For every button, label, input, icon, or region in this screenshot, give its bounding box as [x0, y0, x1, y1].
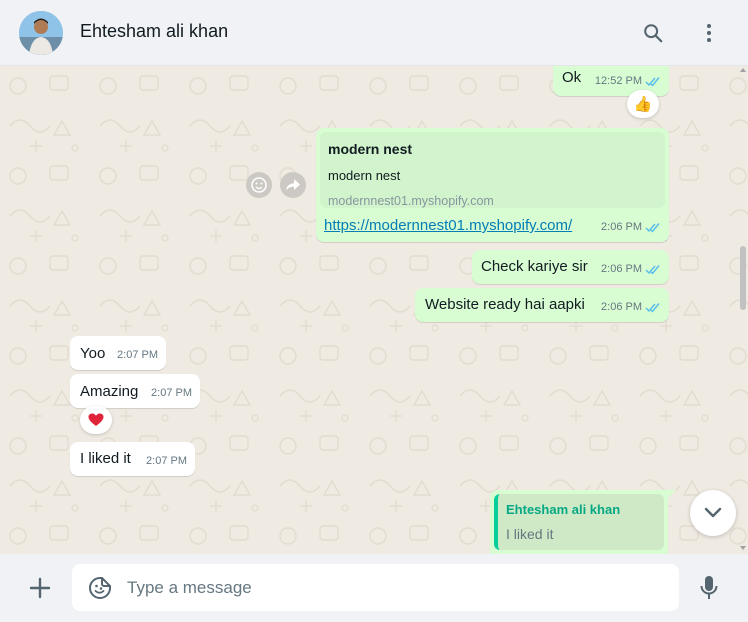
forward-button[interactable]: [280, 172, 306, 198]
message-bubble-incoming[interactable]: Amazing 2:07 PM: [70, 374, 200, 408]
scroll-thumb[interactable]: [740, 246, 746, 310]
reaction-badge[interactable]: [80, 406, 112, 434]
message-bubble-incoming[interactable]: I liked it 2:07 PM: [70, 442, 195, 476]
message-bubble-outgoing-reply[interactable]: Ehtesham ali khan I liked it: [490, 490, 668, 554]
message-input[interactable]: [127, 564, 667, 611]
voice-message-button[interactable]: [697, 574, 721, 602]
smiley-icon: [251, 177, 267, 193]
message-time: 2:06 PM: [601, 221, 642, 233]
contact-name[interactable]: Ehtesham ali khan: [80, 21, 228, 42]
menu-button[interactable]: [693, 17, 725, 49]
plus-icon: [29, 577, 51, 599]
message-time: 2:06 PM: [601, 263, 642, 275]
message-time: 2:07 PM: [146, 455, 187, 467]
thumbs-up-emoji: 👍: [633, 96, 653, 113]
message-time: 2:07 PM: [117, 349, 158, 361]
quoted-message[interactable]: Ehtesham ali khan I liked it: [494, 494, 664, 550]
composer-bar: [0, 554, 748, 622]
heart-emoji: [88, 413, 104, 426]
message-text: Amazing: [80, 383, 139, 400]
scroll-to-bottom-button[interactable]: [690, 490, 736, 536]
message-bubble-outgoing-link[interactable]: modern nest modern nest modernnest01.mys…: [316, 128, 669, 242]
link-preview-domain: modernnest01.myshopify.com: [328, 194, 494, 208]
message-bubble-outgoing[interactable]: Check kariye sir 2:06 PM: [472, 250, 669, 284]
message-meta: 2:07 PM: [146, 452, 187, 471]
forward-icon: [286, 179, 300, 191]
chat-header: Ehtesham ali khan: [0, 0, 748, 66]
quoted-text: I liked it: [506, 526, 554, 542]
search-icon: [644, 24, 663, 43]
message-time: 2:07 PM: [151, 387, 192, 399]
message-text: Website ready hai aapki: [425, 296, 585, 313]
message-bubble-outgoing[interactable]: Website ready hai aapki 2:06 PM: [415, 288, 669, 322]
message-text: Yoo: [80, 345, 106, 362]
message-time: 2:06 PM: [601, 301, 642, 313]
link-preview-card[interactable]: modern nest modern nest modernnest01.mys…: [320, 132, 665, 208]
avatar[interactable]: [19, 11, 63, 55]
message-text: Ok: [562, 69, 582, 86]
message-meta: 2:07 PM: [117, 346, 158, 365]
link-preview-description: modern nest: [328, 168, 401, 183]
sticker-icon[interactable]: [88, 576, 112, 600]
read-ticks-icon: [645, 303, 660, 313]
link-preview-title: modern nest: [328, 141, 413, 157]
message-meta: 2:06 PM: [601, 260, 661, 279]
message-meta: 2:06 PM: [601, 298, 661, 317]
message-link[interactable]: https://modernnest01.myshopify.com/: [324, 216, 572, 235]
scroll-up-arrow-icon[interactable]: [740, 68, 746, 72]
read-ticks-icon: [645, 223, 660, 233]
bubble-tail: [667, 490, 676, 499]
message-meta: 12:52 PM: [595, 72, 661, 91]
message-text: I liked it: [80, 450, 131, 467]
message-list[interactable]: Ok 12:52 PM 👍 modern nest modern nest mo…: [0, 66, 748, 554]
reaction-badge[interactable]: 👍: [627, 90, 659, 118]
message-meta: 2:06 PM: [601, 218, 661, 237]
read-ticks-icon: [645, 77, 660, 87]
chevron-down-icon: [704, 507, 722, 518]
attach-button[interactable]: [26, 574, 54, 602]
microphone-icon: [700, 576, 718, 599]
scroll-down-arrow-icon[interactable]: [740, 546, 746, 550]
message-time: 12:52 PM: [594, 75, 642, 87]
quoted-author: Ehtesham ali khan: [506, 502, 621, 517]
message-input-box[interactable]: [72, 564, 679, 611]
react-button[interactable]: [246, 172, 272, 198]
kebab-menu-icon: [707, 24, 711, 42]
message-meta: 2:07 PM: [151, 384, 192, 403]
read-ticks-icon: [645, 265, 660, 275]
search-button[interactable]: [637, 17, 669, 49]
message-bubble-incoming[interactable]: Yoo 2:07 PM: [70, 336, 166, 370]
chat-scrollbar[interactable]: [738, 66, 748, 554]
message-text: Check kariye sir: [481, 258, 588, 275]
